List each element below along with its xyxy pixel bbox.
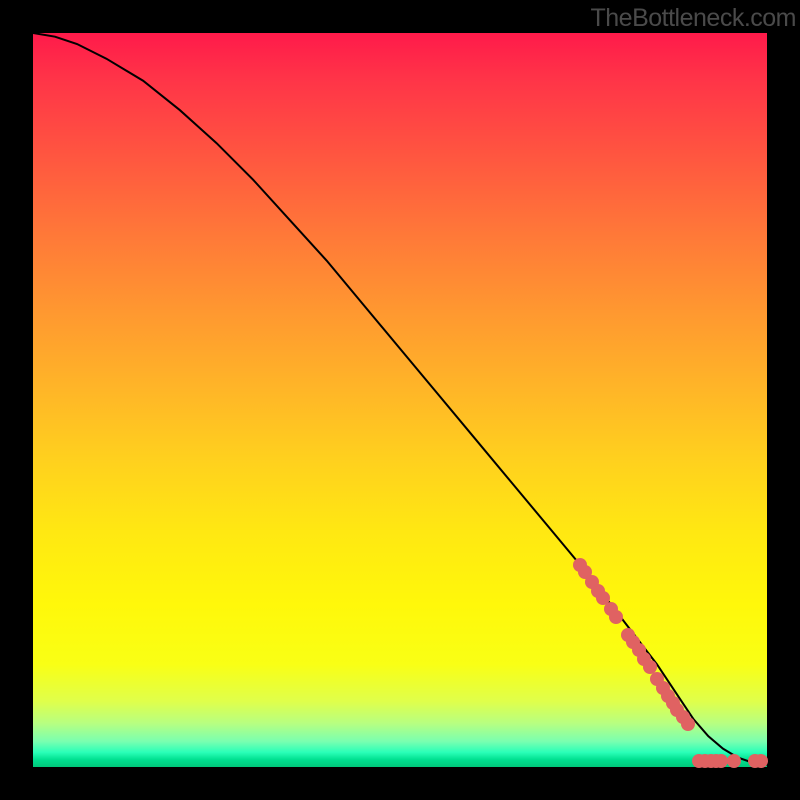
curve-svg: [33, 33, 767, 767]
data-marker: [609, 610, 623, 624]
data-marker: [727, 754, 741, 768]
plot-area: [33, 33, 767, 767]
data-marker: [681, 717, 695, 731]
bottleneck-curve: [33, 33, 767, 765]
watermark-text: TheBottleneck.com: [591, 4, 797, 33]
data-marker: [754, 754, 768, 768]
data-marker: [714, 754, 728, 768]
